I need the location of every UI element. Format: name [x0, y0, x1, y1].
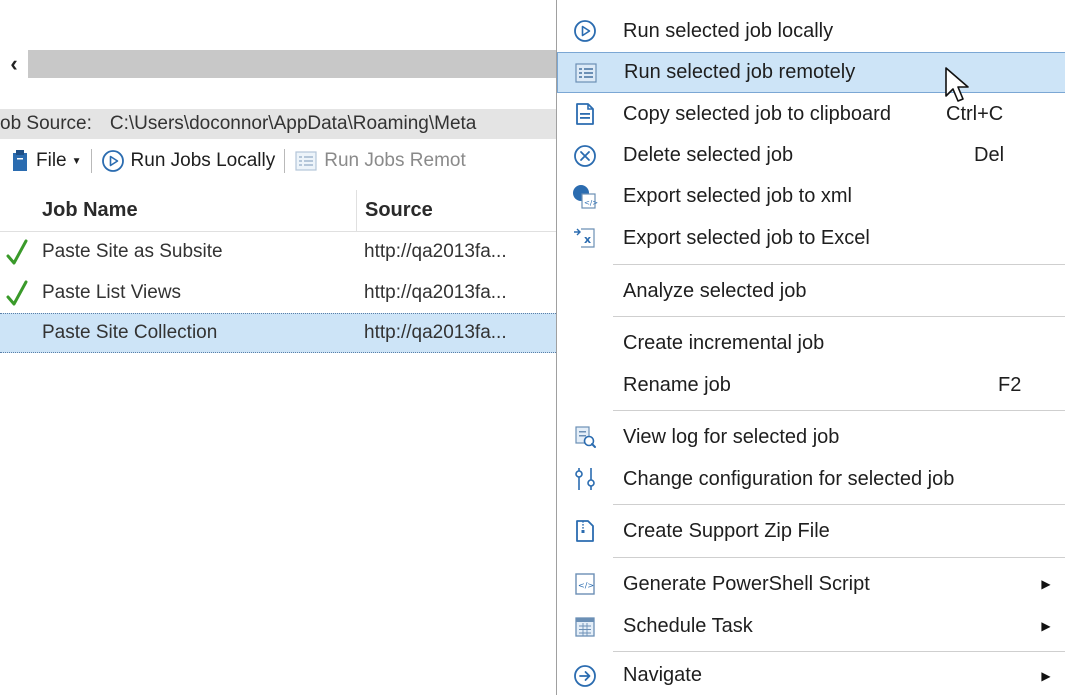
config-icon: [557, 466, 613, 492]
remote-run-icon: [558, 61, 614, 85]
menu-item-create-support-zip[interactable]: Create Support Zip File: [557, 510, 1065, 552]
menu-item-label: Rename job: [623, 373, 731, 396]
menu-item-label: Delete selected job: [623, 144, 794, 166]
menu-item-rename-job[interactable]: Rename job F2: [557, 364, 1065, 406]
menu-item-shortcut: Ctrl+C: [946, 102, 1004, 125]
job-row-selected[interactable]: Paste Site Collection http://qa2013fa...: [0, 313, 556, 353]
success-check-icon: [0, 238, 34, 266]
job-name-column-header[interactable]: Job Name: [34, 199, 356, 222]
delete-circle-icon: [557, 144, 613, 168]
menu-item-label: Create incremental job: [623, 331, 825, 354]
toolbar-separator: [284, 149, 286, 173]
menu-item-view-log[interactable]: View log for selected job: [557, 416, 1065, 458]
job-toolbar: File ▼ Run Jobs Locally Run Jobs Remot: [0, 142, 556, 180]
menu-item-shortcut: Del: [974, 144, 1005, 166]
play-circle-icon: [557, 19, 613, 43]
navigate-icon: [557, 664, 613, 688]
menu-separator: [613, 264, 1065, 265]
job-name-cell: Paste Site Collection: [42, 322, 218, 343]
menu-item-label: Run selected job remotely: [624, 61, 856, 83]
calendar-icon: [557, 614, 613, 638]
svg-text:x: x: [584, 233, 591, 246]
run-jobs-locally-button[interactable]: Run Jobs Locally: [101, 149, 276, 173]
svg-text:</>: </>: [578, 581, 594, 590]
menu-item-generate-powershell[interactable]: </> Generate PowerShell Script ▶: [557, 563, 1065, 605]
scroll-left-arrow-icon[interactable]: ‹: [0, 50, 28, 78]
job-source-cell: http://qa2013fa...: [364, 282, 507, 303]
menu-separator: [613, 651, 1065, 652]
menu-item-analyze-job[interactable]: Analyze selected job: [557, 270, 1065, 312]
job-context-menu: Run selected job locally Run selected jo…: [556, 0, 1065, 695]
view-log-icon: [557, 425, 613, 449]
menu-item-schedule-task[interactable]: Schedule Task ▶: [557, 605, 1065, 647]
menu-item-label: Create Support Zip File: [623, 519, 830, 542]
menu-item-label: Copy selected job to clipboard: [623, 102, 891, 125]
export-xml-icon: </>: [557, 184, 613, 210]
submenu-arrow-icon: ▶: [1041, 619, 1051, 633]
job-source-cell: http://qa2013fa...: [364, 241, 507, 262]
job-name-cell: Paste List Views: [42, 282, 182, 303]
dropdown-arrow-icon: ▼: [71, 155, 82, 167]
menu-item-delete-job[interactable]: Delete selected job Del: [557, 135, 1065, 176]
menu-item-label: Schedule Task: [623, 614, 753, 637]
toolbar-separator: [90, 149, 92, 173]
horizontal-scrollbar[interactable]: ‹: [0, 50, 556, 78]
source-column-header[interactable]: Source: [356, 189, 556, 232]
run-jobs-remotely-label: Run Jobs Remot: [324, 150, 466, 171]
success-check-icon: [0, 279, 34, 307]
run-jobs-locally-label: Run Jobs Locally: [130, 150, 276, 171]
menu-item-label: Change configuration for selected job: [623, 467, 955, 490]
menu-item-label: View log for selected job: [623, 425, 840, 448]
svg-text:</>: </>: [584, 199, 598, 207]
scroll-track[interactable]: [28, 50, 556, 78]
zip-file-icon: [557, 519, 613, 543]
file-menu-button[interactable]: File ▼: [12, 150, 82, 172]
menu-item-create-incremental-job[interactable]: Create incremental job: [557, 322, 1065, 364]
menu-item-label: Generate PowerShell Script: [623, 572, 870, 595]
clipboard-icon: [557, 102, 613, 126]
export-excel-icon: x: [557, 226, 613, 250]
submenu-arrow-icon: ▶: [1041, 577, 1051, 591]
job-row[interactable]: Paste Site as Subsite http://qa2013fa...: [0, 232, 556, 272]
menu-item-copy-to-clipboard[interactable]: Copy selected job to clipboard Ctrl+C: [557, 93, 1065, 135]
menu-item-label: Navigate: [623, 664, 702, 686]
file-clipboard-icon: [12, 150, 28, 172]
menu-item-export-excel[interactable]: x Export selected job to Excel: [557, 217, 1065, 259]
menu-item-navigate[interactable]: Navigate ▶: [557, 656, 1065, 695]
job-list-panel: ‹ ob Source: C:\Users\doconnor\AppData\R…: [0, 0, 556, 695]
menu-separator: [613, 316, 1065, 317]
job-source-bar: ob Source: C:\Users\doconnor\AppData\Roa…: [0, 109, 556, 139]
submenu-arrow-icon: ▶: [1041, 668, 1051, 683]
menu-item-label: Export selected job to xml: [623, 185, 852, 207]
menu-item-run-locally[interactable]: Run selected job locally: [557, 10, 1065, 52]
menu-item-label: Export selected job to Excel: [623, 226, 870, 249]
job-source-label: ob Source:: [0, 113, 92, 134]
menu-separator: [613, 557, 1065, 558]
file-menu-label: File: [36, 150, 67, 171]
job-source-path: C:\Users\doconnor\AppData\Roaming\Meta: [109, 113, 477, 134]
menu-item-label: Run selected job locally: [623, 19, 834, 42]
job-name-cell: Paste Site as Subsite: [42, 241, 223, 262]
job-grid-header: Job Name Source: [0, 189, 556, 232]
job-row[interactable]: Paste List Views http://qa2013fa...: [0, 273, 556, 313]
job-source-cell: http://qa2013fa...: [364, 322, 507, 343]
menu-item-run-remotely[interactable]: Run selected job remotely: [557, 52, 1065, 93]
menu-item-shortcut: F2: [998, 373, 1022, 396]
remote-run-icon: [294, 149, 318, 173]
run-jobs-remotely-button[interactable]: Run Jobs Remot: [294, 149, 466, 173]
menu-item-export-xml[interactable]: </> Export selected job to xml: [557, 176, 1065, 217]
menu-item-change-configuration[interactable]: Change configuration for selected job: [557, 458, 1065, 500]
menu-separator: [613, 504, 1065, 505]
menu-item-label: Analyze selected job: [623, 279, 807, 302]
menu-separator: [613, 410, 1065, 411]
powershell-script-icon: </>: [557, 572, 613, 596]
play-circle-icon: [101, 149, 125, 173]
